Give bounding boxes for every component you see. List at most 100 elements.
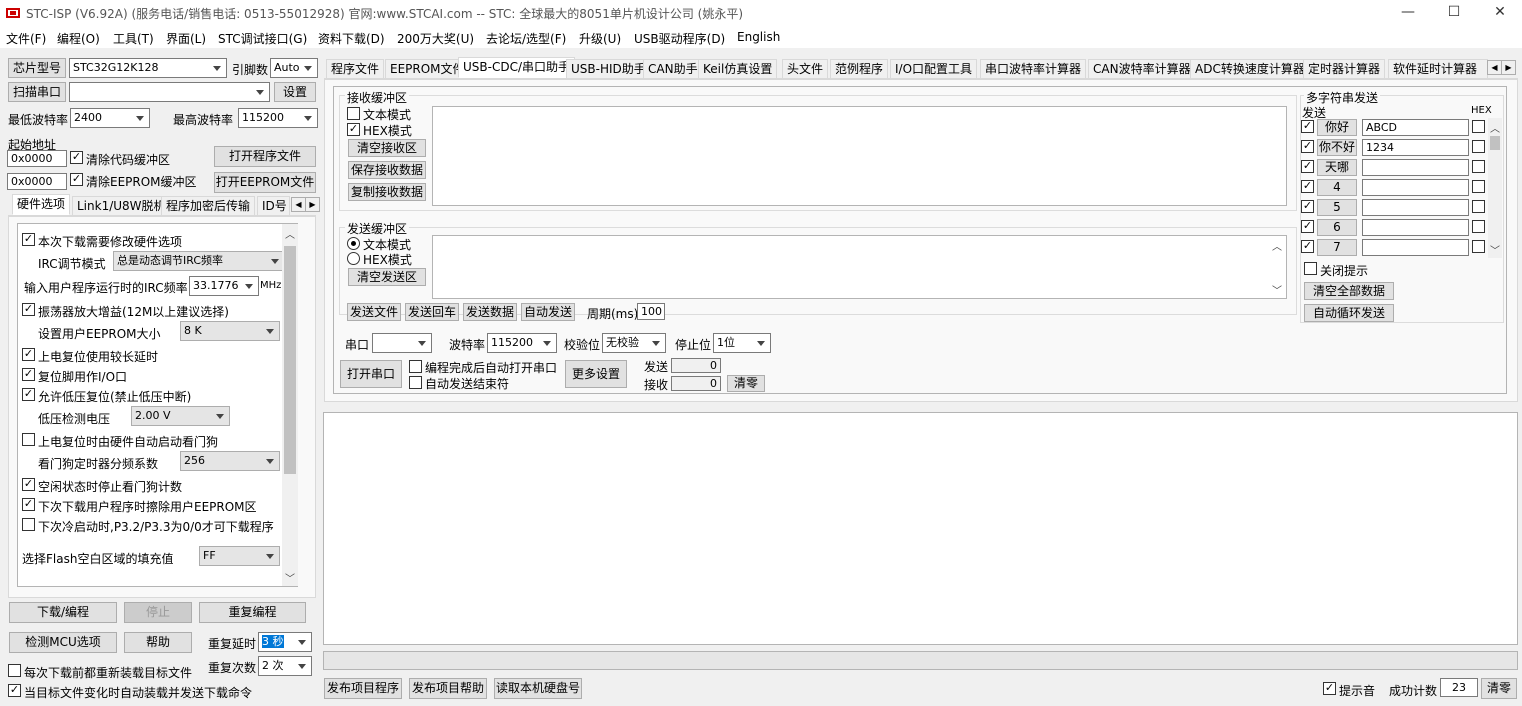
chip-type-button[interactable]: 芯片型号: [8, 58, 66, 78]
tab-program-file[interactable]: 程序文件: [326, 59, 385, 79]
menu-debug[interactable]: STC调试接口(G): [218, 30, 307, 47]
auto-load-checkbox[interactable]: ✓: [8, 684, 21, 697]
read-disk-button[interactable]: 读取本机硬盘号: [494, 678, 582, 699]
tab-keil[interactable]: Keil仿真设置: [698, 59, 778, 79]
tab-timer-calc[interactable]: 定时器计算器: [1303, 59, 1386, 79]
chip-type-select[interactable]: STC32G12K128: [69, 58, 227, 78]
multi-row-send-button[interactable]: 5: [1317, 199, 1357, 216]
sound-checkbox[interactable]: ✓: [1323, 682, 1336, 695]
option-lvd-reset-checkbox[interactable]: ✓: [22, 388, 35, 401]
clear-code-checkbox[interactable]: ✓: [70, 151, 83, 164]
multi-row-send-button[interactable]: 你不好: [1317, 139, 1357, 156]
tab-delay-calc[interactable]: 软件延时计算器: [1388, 59, 1488, 79]
main-tab-scroll-right-icon[interactable]: ▶: [1501, 60, 1516, 75]
send-scroll-down-icon[interactable]: ﹀: [1270, 282, 1284, 297]
tab-usb-cdc[interactable]: USB-CDC/串口助手: [458, 57, 576, 78]
pin-count-select[interactable]: Auto: [270, 58, 318, 78]
auto-loop-send-button[interactable]: 自动循环发送: [1304, 304, 1394, 322]
minimize-button[interactable]: —: [1385, 0, 1431, 26]
max-baud-select[interactable]: 115200: [238, 108, 318, 128]
multi-row-hex-checkbox[interactable]: [1472, 120, 1485, 133]
multi-row-send-button[interactable]: 7: [1317, 239, 1357, 256]
start-address-field[interactable]: 0x0000: [7, 150, 67, 167]
parity-select[interactable]: 无校验: [602, 333, 666, 353]
tab-uart-baud-calc[interactable]: 串口波特率计算器: [980, 59, 1087, 79]
tab-scroll-right-icon[interactable]: ▶: [305, 197, 320, 212]
irc-frequency-select[interactable]: 33.1776: [189, 276, 259, 296]
multi-row-hex-checkbox[interactable]: [1472, 240, 1485, 253]
eeprom-address-field[interactable]: 0x0000: [7, 173, 67, 190]
flash-fill-select[interactable]: FF: [199, 546, 280, 566]
settings-button[interactable]: 设置: [274, 82, 316, 102]
send-enter-button[interactable]: 发送回车: [405, 303, 459, 321]
clear-send-button[interactable]: 清空发送区: [348, 268, 426, 286]
multi-row-checkbox[interactable]: ✓: [1301, 200, 1314, 213]
send-data-button[interactable]: 发送数据: [463, 303, 517, 321]
option-long-delay-checkbox[interactable]: ✓: [22, 348, 35, 361]
multi-scroll-up-icon[interactable]: ︿: [1488, 120, 1502, 135]
option-reset-io-checkbox[interactable]: ✓: [22, 368, 35, 381]
menu-usb-driver[interactable]: USB驱动程序(D): [634, 30, 725, 47]
output-log[interactable]: [323, 412, 1518, 645]
multi-row-send-button[interactable]: 6: [1317, 219, 1357, 236]
lvd-voltage-select[interactable]: 2.00 V: [131, 406, 230, 426]
multi-row-checkbox[interactable]: ✓: [1301, 240, 1314, 253]
multi-row-text-field[interactable]: [1362, 159, 1469, 176]
menu-download[interactable]: 资料下载(D): [318, 30, 385, 47]
multi-scroll-down-icon[interactable]: ﹀: [1488, 242, 1502, 257]
multi-row-text-field[interactable]: [1362, 219, 1469, 236]
publish-program-button[interactable]: 发布项目程序: [324, 678, 402, 699]
menu-program[interactable]: 编程(O): [57, 30, 100, 47]
menu-english[interactable]: English: [737, 30, 780, 44]
multi-row-hex-checkbox[interactable]: [1472, 200, 1485, 213]
tab-can-baud-calc[interactable]: CAN波特率计算器: [1088, 59, 1196, 79]
menu-file[interactable]: 文件(F): [6, 30, 46, 47]
multi-row-text-field[interactable]: [1362, 179, 1469, 196]
close-button[interactable]: ✕: [1477, 0, 1522, 26]
clear-success-button[interactable]: 清零: [1481, 678, 1517, 699]
options-scroll-thumb[interactable]: [284, 246, 296, 474]
option-wdt-auto-checkbox[interactable]: [22, 433, 35, 446]
port-select[interactable]: [69, 82, 270, 102]
multi-row-text-field[interactable]: [1362, 239, 1469, 256]
option-idle-wdt-checkbox[interactable]: ✓: [22, 478, 35, 491]
tab-scroll-left-icon[interactable]: ◀: [291, 197, 306, 212]
wdt-prescaler-select[interactable]: 256: [180, 451, 280, 471]
multi-row-hex-checkbox[interactable]: [1472, 160, 1485, 173]
tab-examples[interactable]: 范例程序: [830, 59, 889, 79]
reprogram-button[interactable]: 重复编程: [199, 602, 306, 623]
tab-id[interactable]: ID号: [257, 196, 290, 216]
stop-button[interactable]: 停止: [124, 602, 192, 623]
tab-can[interactable]: CAN助手: [643, 59, 703, 79]
tab-link1[interactable]: Link1/U8W脱机: [72, 196, 171, 216]
help-button[interactable]: 帮助: [124, 632, 192, 653]
clear-counts-button[interactable]: 清零: [727, 375, 765, 392]
menu-award[interactable]: 200万大奖(U): [397, 30, 474, 47]
send-scroll-up-icon[interactable]: ︿: [1270, 238, 1284, 253]
multi-row-text-field[interactable]: ABCD: [1362, 119, 1469, 136]
repeat-count-select[interactable]: 2 次: [258, 656, 312, 676]
open-program-file-button[interactable]: 打开程序文件: [214, 146, 316, 167]
option-osc-gain-checkbox[interactable]: ✓: [22, 303, 35, 316]
scroll-up-icon[interactable]: ︿: [283, 226, 297, 241]
multi-row-checkbox[interactable]: ✓: [1301, 160, 1314, 173]
send-text-mode-radio[interactable]: [347, 237, 360, 250]
multi-scroll-thumb[interactable]: [1490, 136, 1500, 150]
tab-usb-hid[interactable]: USB-HID助手: [566, 59, 651, 79]
option-erase-eeprom-checkbox[interactable]: ✓: [22, 498, 35, 511]
close-tip-checkbox[interactable]: [1304, 262, 1317, 275]
menu-tools[interactable]: 工具(T): [113, 30, 154, 47]
multi-row-hex-checkbox[interactable]: [1472, 220, 1485, 233]
multi-row-checkbox[interactable]: ✓: [1301, 140, 1314, 153]
option-modify-hw-checkbox[interactable]: ✓: [22, 233, 35, 246]
repeat-delay-select[interactable]: 3 秒: [258, 632, 312, 652]
auto-send-end-checkbox[interactable]: [409, 376, 422, 389]
option-p32-p33-checkbox[interactable]: [22, 518, 35, 531]
period-field[interactable]: 100: [637, 303, 665, 320]
save-receive-button[interactable]: 保存接收数据: [348, 161, 426, 179]
multi-row-checkbox[interactable]: ✓: [1301, 120, 1314, 133]
multi-row-text-field[interactable]: [1362, 199, 1469, 216]
uart-port-select[interactable]: [372, 333, 432, 353]
menu-interface[interactable]: 界面(L): [166, 30, 206, 47]
tab-header-file[interactable]: 头文件: [782, 59, 829, 79]
